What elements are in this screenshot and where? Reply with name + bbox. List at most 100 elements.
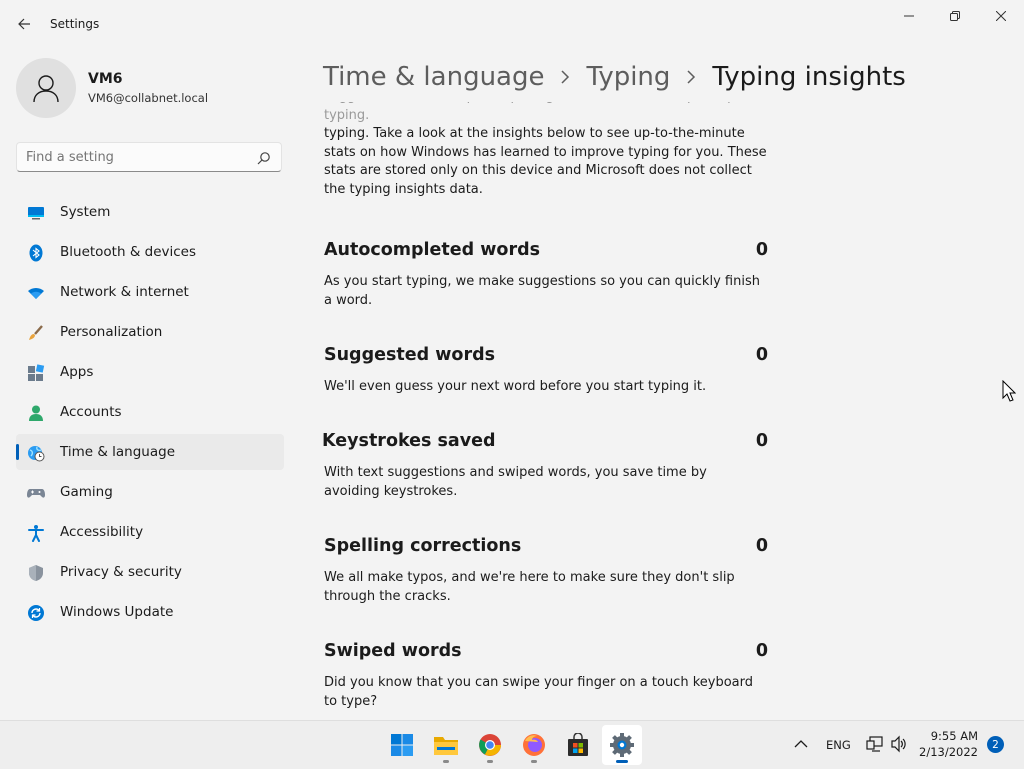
taskbar-chrome[interactable] [470,725,510,765]
user-email: VM6@collabnet.local [88,91,209,105]
content-scroll-area[interactable]: suggestions, and complete spelling corre… [300,102,1000,720]
sidebar-item-personalization[interactable]: Personalization [16,314,284,350]
stat-title: Spelling corrections [324,536,522,556]
app-title: Settings [50,17,100,31]
clock-time: 9:55 AM [930,729,978,743]
sidebar-item-accessibility[interactable]: Accessibility [16,514,284,550]
taskbar: ENG 9:55 AM 2/13/2022 2 [0,720,1024,769]
stat-value: 0 [755,431,768,451]
sidebar-item-label: Windows Update [60,604,174,620]
sidebar-item-gaming[interactable]: Gaming [16,474,284,510]
chrome-icon [479,734,501,756]
input-language[interactable]: ENG [826,738,851,752]
taskbar-settings[interactable] [602,725,642,765]
breadcrumb-typing[interactable]: Typing [586,62,670,92]
close-button[interactable] [978,4,1024,28]
sidebar-item-label: Apps [60,364,94,380]
stat-value: 0 [755,240,768,260]
restore-icon [950,11,960,21]
store-bag-icon [568,733,588,756]
intro-paragraph: typing. Take a look at the insights belo… [324,126,767,197]
sidebar-item-windows-update[interactable]: Windows Update [16,594,284,630]
accessibility-icon [27,524,45,542]
sidebar-item-time-language[interactable]: Time & language [16,434,284,470]
sidebar-nav: System Bluetooth & devices Network & int… [16,194,284,634]
title-bar: Settings [0,0,1024,48]
running-indicator [531,760,537,763]
bluetooth-icon [27,244,45,262]
close-icon [996,11,1006,21]
stat-value: 0 [755,536,768,556]
sidebar-item-system[interactable]: System [16,194,284,230]
sidebar-item-label: Bluetooth & devices [60,244,197,260]
user-name: VM6 [88,71,123,87]
taskbar-start-button[interactable] [382,725,422,765]
search-box[interactable] [16,142,282,172]
intro-partial-line: suggestions, and complete spelling corre… [324,102,760,123]
volume-icon[interactable] [890,735,908,757]
taskbar-firefox[interactable] [514,725,554,765]
notification-badge[interactable]: 2 [987,736,1004,753]
chevron-up-icon[interactable] [794,736,808,755]
accounts-icon [27,404,45,422]
mouse-cursor-icon [1002,379,1017,406]
search-input[interactable] [26,148,246,166]
chevron-right-icon [686,70,696,84]
sidebar-item-bluetooth[interactable]: Bluetooth & devices [16,234,284,270]
shield-icon [27,564,45,582]
firefox-icon [523,734,545,756]
stat-description: We all make typos, and we're here to mak… [324,570,735,604]
clock[interactable]: 9:55 AM 2/13/2022 [916,728,978,760]
sidebar-item-label: Gaming [60,484,113,500]
search-icon[interactable] [257,150,271,169]
wifi-icon [27,284,45,302]
settings-window: Settings VM6 VM6@collabnet.local Find a … [0,0,1024,720]
restore-button[interactable] [932,4,978,28]
stat-value: 0 [755,641,768,661]
breadcrumb: Time & language Typing Typing insights [323,57,906,97]
stat-description: As you start typing, we make suggestions… [324,274,760,308]
stat-title: Suggested words [324,345,496,365]
back-arrow-icon [18,18,30,30]
taskbar-store[interactable] [558,725,598,765]
running-indicator [443,760,449,763]
system-icon [27,204,45,222]
sidebar-item-label: Network & internet [60,284,189,300]
sidebar-item-network[interactable]: Network & internet [16,274,284,310]
sidebar-item-label: Accounts [60,404,122,420]
stat-title: Autocompleted words [324,240,541,260]
sidebar-item-label: Accessibility [60,524,144,540]
stat-value: 0 [755,345,768,365]
sidebar-item-label: System [60,204,111,220]
stat-description: We'll even guess your next word before y… [324,379,707,394]
gear-icon [610,733,634,757]
sidebar-item-label: Time & language [60,444,176,460]
sidebar-item-privacy[interactable]: Privacy & security [16,554,284,590]
minimize-button[interactable] [886,4,932,28]
network-icon[interactable] [866,735,884,757]
clock-date: 2/13/2022 [919,745,978,759]
running-indicator [616,760,628,763]
windows-logo-icon [391,734,413,756]
breadcrumb-time-language[interactable]: Time & language [323,62,544,92]
sidebar-item-label: Personalization [60,324,163,340]
folder-icon [434,737,458,755]
chevron-right-icon [560,70,570,84]
running-indicator [487,760,493,763]
apps-icon [27,364,45,382]
minimize-icon [904,15,914,17]
stat-description: With text suggestions and swiped words, … [324,465,707,499]
sidebar-item-accounts[interactable]: Accounts [16,394,284,430]
back-button[interactable] [12,10,36,38]
user-icon [33,75,59,103]
sidebar-item-label: Privacy & security [60,564,182,580]
taskbar-file-explorer[interactable] [426,725,466,765]
globe-clock-icon [27,444,45,462]
page-title: Typing insights [712,62,906,92]
update-icon [27,604,45,622]
sidebar-item-apps[interactable]: Apps [16,354,284,390]
gamepad-icon [27,484,45,502]
intro-text: suggestions, and complete spelling corre… [324,102,774,199]
avatar[interactable] [16,58,76,118]
stat-title: Swiped words [324,641,462,661]
